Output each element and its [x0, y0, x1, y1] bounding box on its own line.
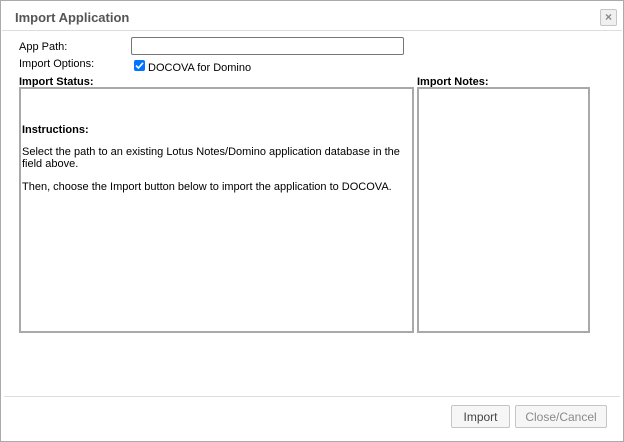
import-options-label: Import Options:: [19, 58, 95, 70]
import-notes-panel: [417, 87, 590, 333]
checkmark-icon: [135, 62, 144, 70]
instructions-title: Instructions:: [22, 124, 89, 136]
instructions-paragraph-2: Then, choose the Import button below to …: [22, 181, 392, 193]
footer-divider: [4, 396, 620, 397]
dialog-title: Import Application: [15, 10, 130, 25]
app-path-input[interactable]: [131, 37, 404, 55]
docova-for-domino-checkbox[interactable]: [134, 60, 145, 71]
import-application-dialog: Import Application × App Path: Import Op…: [0, 0, 624, 442]
instructions-block: Instructions: Select the path to an exis…: [22, 124, 410, 204]
close-cancel-button[interactable]: Close/Cancel: [515, 405, 607, 428]
instructions-paragraph-1: Select the path to an existing Lotus Not…: [22, 146, 400, 170]
dialog-titlebar: Import Application ×: [2, 2, 622, 31]
close-icon[interactable]: ×: [600, 9, 617, 26]
app-path-label: App Path:: [19, 41, 68, 53]
docova-for-domino-label[interactable]: DOCOVA for Domino: [148, 62, 251, 74]
import-status-panel: Instructions: Select the path to an exis…: [19, 87, 414, 333]
import-button[interactable]: Import: [451, 405, 510, 428]
